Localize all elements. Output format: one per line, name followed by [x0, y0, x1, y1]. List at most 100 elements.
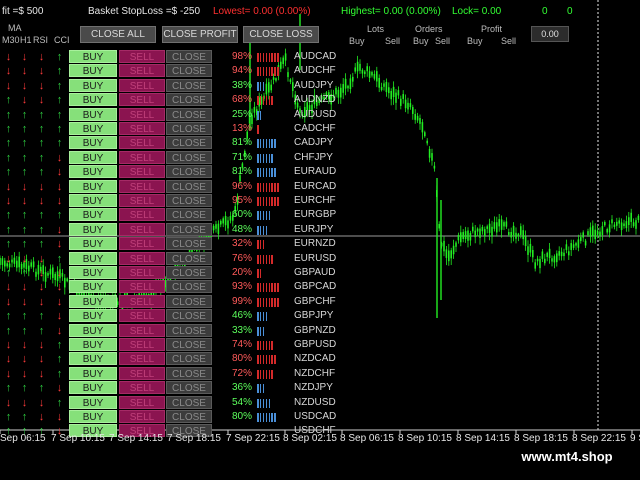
buy-button[interactable]: BUY	[69, 410, 117, 423]
symbol-label[interactable]: EURJPY	[294, 223, 333, 237]
sell-button[interactable]: SELL	[119, 352, 165, 366]
close-button[interactable]: CLOSE	[166, 78, 212, 92]
close-button[interactable]: CLOSE	[166, 194, 212, 207]
symbol-label[interactable]: AUDCHF	[294, 64, 336, 78]
buy-button[interactable]: BUY	[69, 222, 117, 236]
close-button[interactable]: CLOSE	[166, 93, 212, 107]
sell-button[interactable]: SELL	[119, 410, 165, 423]
buy-button[interactable]: BUY	[69, 294, 117, 308]
symbol-label[interactable]: NZDCAD	[294, 352, 336, 366]
symbol-label[interactable]: CHFJPY	[294, 151, 333, 165]
close-button[interactable]: CLOSE	[166, 309, 212, 323]
close-button[interactable]: CLOSE	[166, 323, 212, 337]
symbol-label[interactable]: USDCAD	[294, 410, 336, 424]
sell-button[interactable]: SELL	[119, 165, 165, 179]
symbol-label[interactable]: EURAUD	[294, 165, 336, 179]
buy-button[interactable]: BUY	[69, 179, 117, 193]
sell-button[interactable]: SELL	[119, 395, 165, 409]
buy-button[interactable]: BUY	[69, 323, 117, 337]
buy-button[interactable]: BUY	[69, 208, 117, 222]
buy-button[interactable]: BUY	[69, 251, 117, 265]
symbol-label[interactable]: GBPJPY	[294, 309, 333, 323]
sell-button[interactable]: SELL	[119, 50, 165, 63]
sell-button[interactable]: SELL	[119, 309, 165, 323]
close-button[interactable]: CLOSE	[166, 266, 212, 279]
sell-button[interactable]: SELL	[119, 338, 165, 351]
close-button[interactable]: CLOSE	[166, 280, 212, 294]
buy-button[interactable]: BUY	[69, 352, 117, 366]
sell-button[interactable]: SELL	[119, 107, 165, 121]
sell-button[interactable]: SELL	[119, 222, 165, 236]
buy-button[interactable]: BUY	[69, 237, 117, 251]
buy-button[interactable]: BUY	[69, 381, 117, 395]
buy-button[interactable]: BUY	[69, 122, 117, 135]
close-button[interactable]: CLOSE	[166, 165, 212, 179]
buy-button[interactable]: BUY	[69, 366, 117, 380]
buy-button[interactable]: BUY	[69, 64, 117, 78]
sell-button[interactable]: SELL	[119, 237, 165, 251]
symbol-label[interactable]: NZDJPY	[294, 381, 333, 395]
close-loss-button[interactable]: CLOSE LOSS	[243, 26, 319, 43]
sell-button[interactable]: SELL	[119, 251, 165, 265]
sell-button[interactable]: SELL	[119, 64, 165, 78]
close-button[interactable]: CLOSE	[166, 136, 212, 150]
sell-button[interactable]: SELL	[119, 294, 165, 308]
buy-button[interactable]: BUY	[69, 50, 117, 63]
buy-button[interactable]: BUY	[69, 395, 117, 409]
sell-button[interactable]: SELL	[119, 93, 165, 107]
symbol-label[interactable]: AUDJPY	[294, 79, 333, 93]
symbol-label[interactable]: EURUSD	[294, 252, 336, 266]
sell-button[interactable]: SELL	[119, 179, 165, 193]
symbol-label[interactable]: GBPAUD	[294, 266, 336, 280]
close-button[interactable]: CLOSE	[166, 208, 212, 222]
close-button[interactable]: CLOSE	[166, 366, 212, 380]
close-profit-button[interactable]: CLOSE PROFIT	[162, 26, 238, 43]
symbol-label[interactable]: NZDCHF	[294, 367, 335, 381]
close-button[interactable]: CLOSE	[166, 410, 212, 423]
symbol-label[interactable]: NZDUSD	[294, 396, 336, 410]
buy-button[interactable]: BUY	[69, 78, 117, 92]
sell-button[interactable]: SELL	[119, 323, 165, 337]
close-button[interactable]: CLOSE	[166, 107, 212, 121]
close-button[interactable]: CLOSE	[166, 338, 212, 351]
close-all-button[interactable]: CLOSE ALL	[80, 26, 156, 43]
sell-button[interactable]: SELL	[119, 366, 165, 380]
symbol-label[interactable]: EURGBP	[294, 208, 336, 222]
symbol-label[interactable]: AUDNZD	[294, 93, 336, 107]
buy-button[interactable]: BUY	[69, 93, 117, 107]
symbol-label[interactable]: GBPCAD	[294, 280, 336, 294]
close-button[interactable]: CLOSE	[166, 150, 212, 164]
buy-button[interactable]: BUY	[69, 165, 117, 179]
sell-button[interactable]: SELL	[119, 194, 165, 207]
symbol-label[interactable]: GBPUSD	[294, 338, 336, 352]
sell-button[interactable]: SELL	[119, 280, 165, 294]
buy-button[interactable]: BUY	[69, 266, 117, 279]
buy-button[interactable]: BUY	[69, 150, 117, 164]
close-button[interactable]: CLOSE	[166, 395, 212, 409]
buy-button[interactable]: BUY	[69, 136, 117, 150]
close-button[interactable]: CLOSE	[166, 352, 212, 366]
close-button[interactable]: CLOSE	[166, 381, 212, 395]
sell-button[interactable]: SELL	[119, 136, 165, 150]
symbol-label[interactable]: EURCAD	[294, 180, 336, 194]
sell-button[interactable]: SELL	[119, 266, 165, 279]
symbol-label[interactable]: EURNZD	[294, 237, 336, 251]
close-button[interactable]: CLOSE	[166, 294, 212, 308]
close-button[interactable]: CLOSE	[166, 64, 212, 78]
close-button[interactable]: CLOSE	[166, 179, 212, 193]
close-button[interactable]: CLOSE	[166, 50, 212, 63]
buy-button[interactable]: BUY	[69, 309, 117, 323]
buy-button[interactable]: BUY	[69, 338, 117, 351]
close-button[interactable]: CLOSE	[166, 237, 212, 251]
symbol-label[interactable]: GBPNZD	[294, 324, 336, 338]
sell-button[interactable]: SELL	[119, 381, 165, 395]
buy-button[interactable]: BUY	[69, 107, 117, 121]
symbol-label[interactable]: CADJPY	[294, 136, 333, 150]
sell-button[interactable]: SELL	[119, 122, 165, 135]
sell-button[interactable]: SELL	[119, 208, 165, 222]
close-button[interactable]: CLOSE	[166, 251, 212, 265]
symbol-label[interactable]: AUDCAD	[294, 50, 336, 64]
buy-button[interactable]: BUY	[69, 194, 117, 207]
symbol-label[interactable]: CADCHF	[294, 122, 336, 136]
symbol-label[interactable]: AUDUSD	[294, 108, 336, 122]
